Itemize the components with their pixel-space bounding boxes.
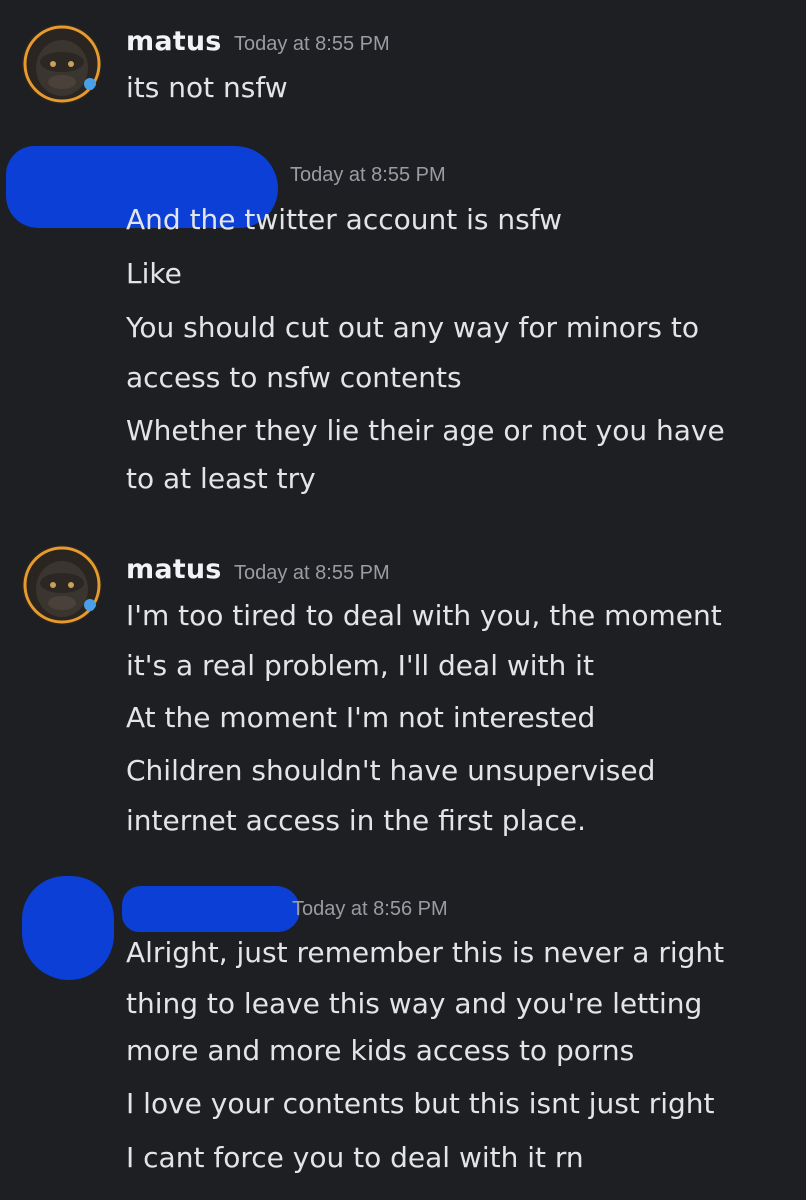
message-line: more and more kids access to porns — [126, 1034, 635, 1067]
message-line: I love your contents but this isnt just … — [126, 1087, 715, 1120]
message-group-4: Today at 8:56 PM Alright, just remember … — [0, 0, 806, 1200]
message-timestamp: Today at 8:56 PM — [292, 898, 448, 920]
message-line: I cant force you to deal with it rn — [126, 1141, 584, 1174]
redacted-author-name — [122, 886, 300, 932]
message-line: Alright, just remember this is never a r… — [126, 936, 725, 969]
redacted-avatar — [22, 876, 114, 980]
message-line: thing to leave this way and you're letti… — [126, 987, 703, 1020]
